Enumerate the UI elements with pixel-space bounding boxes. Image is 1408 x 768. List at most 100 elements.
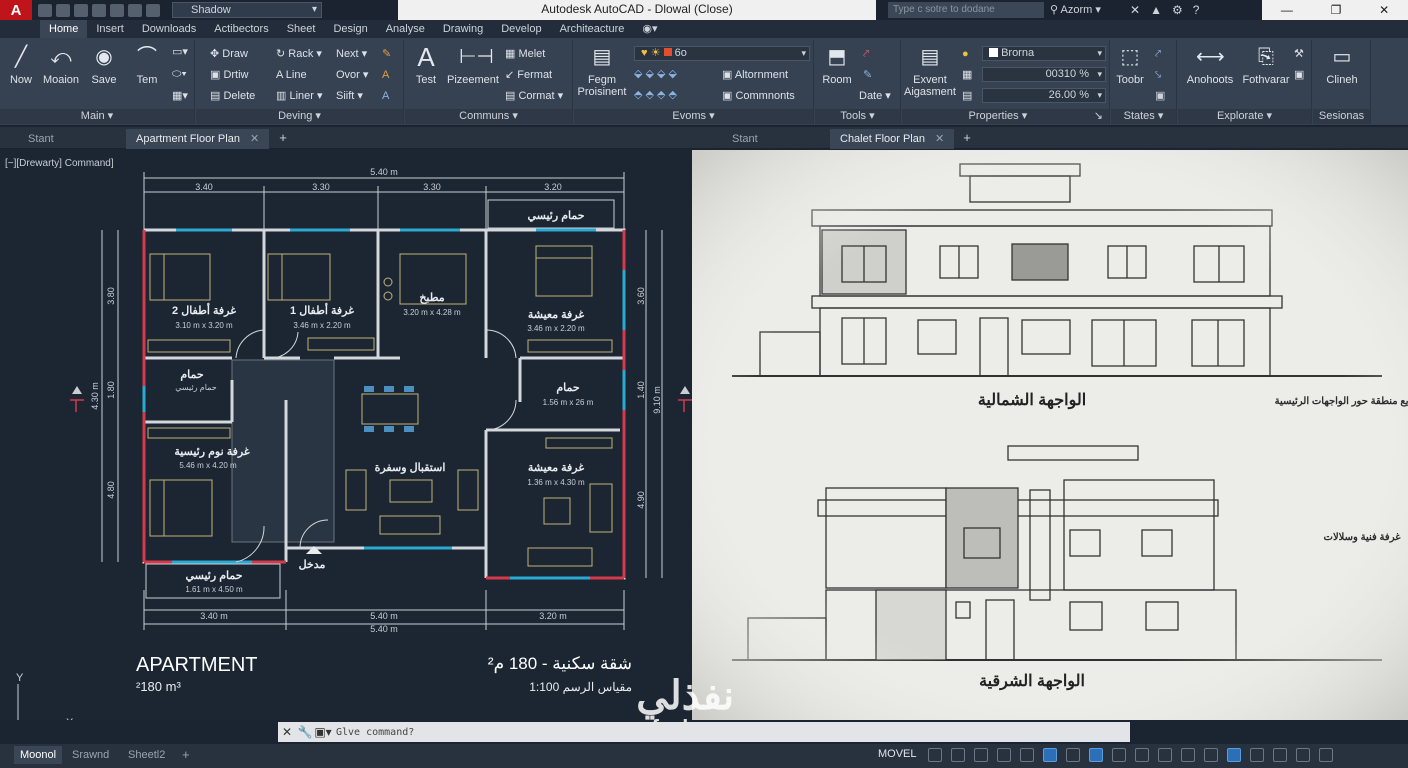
- tem-button[interactable]: ⌒ Tem: [122, 44, 172, 86]
- close-tab-icon[interactable]: ✕: [250, 133, 259, 145]
- add-layout-plus-icon[interactable]: +: [176, 746, 196, 764]
- layout-tab-3[interactable]: Sheetl2: [122, 746, 171, 764]
- clineh-button[interactable]: ▭ Clineh: [1317, 44, 1367, 86]
- maximize-icon[interactable]: ❐: [1331, 3, 1342, 17]
- polar-icon[interactable]: [997, 748, 1011, 762]
- customize-command-icon[interactable]: 🔧: [296, 725, 314, 739]
- utility-icon-2[interactable]: ⤥: [1155, 67, 1161, 83]
- print-icon[interactable]: [110, 3, 124, 17]
- save-icon[interactable]: [74, 3, 88, 17]
- utility-icon-3[interactable]: ▣: [1155, 88, 1165, 104]
- tab-home[interactable]: Home: [40, 20, 88, 38]
- text-style-icon[interactable]: A: [382, 67, 389, 83]
- snap-tracking-icon[interactable]: [1066, 748, 1080, 762]
- siift-button[interactable]: Siift ▾: [336, 88, 363, 104]
- snap-icon[interactable]: [951, 748, 965, 762]
- annotation-monitor-icon[interactable]: [1204, 748, 1218, 762]
- ortho-icon[interactable]: [974, 748, 988, 762]
- close-tab-icon-2[interactable]: ✕: [935, 133, 944, 145]
- drtiw-button[interactable]: ▣ Drtiw: [210, 67, 249, 83]
- new-file-icon[interactable]: [38, 3, 52, 17]
- user-account[interactable]: ⚲ Azorm ▾: [1050, 0, 1101, 20]
- model-space-toggle[interactable]: MOVEL: [878, 748, 917, 760]
- workspace-select[interactable]: Shadow: [172, 2, 322, 18]
- layout-tab-2[interactable]: Srawnd: [66, 746, 115, 764]
- draw-button[interactable]: ✥ Draw: [210, 46, 248, 62]
- drawing-viewport[interactable]: [−][Drewarty] Command] 5.40 m 3.40 3.30 …: [0, 150, 692, 720]
- close-command-icon[interactable]: ✕: [278, 725, 296, 739]
- tab-insert[interactable]: Insert: [87, 20, 133, 38]
- save-as-icon[interactable]: [92, 3, 106, 17]
- insert-icon[interactable]: ⤤: [863, 46, 869, 62]
- isodraft-icon[interactable]: [1020, 748, 1034, 762]
- doc-tab-start-right[interactable]: Stant: [722, 129, 768, 149]
- form-prominent-button[interactable]: ▤ Fegm Proisinent: [576, 44, 628, 98]
- ellipse-tool[interactable]: ⬭▾: [172, 66, 187, 82]
- tab-architeacture[interactable]: Architeacture: [551, 20, 634, 38]
- autocad-logo-icon[interactable]: A: [0, 0, 32, 20]
- layout-tab-model[interactable]: Moonol: [14, 746, 63, 764]
- small-tool-icon-2[interactable]: ▣: [1294, 67, 1304, 83]
- tab-sheet[interactable]: Sheet: [278, 20, 325, 38]
- rectangle-tool[interactable]: ▭▾: [172, 44, 188, 60]
- search-input[interactable]: Type c sotre to dodane: [888, 2, 1044, 18]
- match-properties-button[interactable]: ▤ Exvent Aigasment: [904, 44, 956, 98]
- forward-button[interactable]: ⎘ Fothvarar: [1238, 44, 1294, 86]
- layer-tools-row1[interactable]: ⬙ ⬙ ⬙ ⬙: [634, 66, 677, 82]
- annotations-button[interactable]: ⟷ Anohoots: [1182, 44, 1238, 86]
- open-file-icon[interactable]: [56, 3, 70, 17]
- autodesk-app-icon[interactable]: ▲: [1150, 3, 1162, 17]
- comments-button[interactable]: ▣ Commnonts: [722, 88, 795, 104]
- undo-icon[interactable]: [128, 3, 142, 17]
- lineweight-icon[interactable]: [1112, 748, 1126, 762]
- grid-icon[interactable]: [928, 748, 942, 762]
- room-button[interactable]: ⬒ Room: [813, 44, 861, 86]
- customization-menu-icon[interactable]: [1319, 748, 1333, 762]
- text-button[interactable]: A Test: [401, 44, 451, 86]
- annotation-scale-icon[interactable]: [1135, 748, 1149, 762]
- liner-button[interactable]: ▥ Liner ▾: [276, 88, 323, 104]
- tab-actibectors[interactable]: Actibectors: [205, 20, 277, 38]
- doc-tab-apartment[interactable]: Apartment Floor Plan ✕: [126, 129, 270, 149]
- cormat-button[interactable]: ▤ Cormat ▾: [505, 88, 563, 104]
- hardware-accel-icon[interactable]: [1273, 748, 1287, 762]
- tab-drawing[interactable]: Drawing: [434, 20, 492, 38]
- panel-tools-title[interactable]: Tools ▾: [815, 109, 900, 124]
- layer-select[interactable]: ♥ ☀ 6o: [634, 46, 810, 61]
- doc-tab-start-left[interactable]: Stant: [18, 129, 64, 149]
- utility-icon-1[interactable]: ⤤: [1155, 46, 1161, 62]
- units-icon[interactable]: [1227, 748, 1241, 762]
- layer-tools-row2[interactable]: ⬘ ⬘ ⬘ ⬘: [634, 87, 677, 103]
- hatch-tool[interactable]: ▦▾: [172, 88, 188, 104]
- object-snap-icon[interactable]: [1043, 748, 1057, 762]
- rack-button[interactable]: ↻ Rack ▾: [276, 46, 322, 62]
- placement-button[interactable]: ⊢⊣ Pizeement: [445, 44, 501, 86]
- delete-button[interactable]: ▤ Delete: [210, 88, 255, 104]
- dynamic-ucs-icon[interactable]: [1089, 748, 1103, 762]
- quick-properties-icon[interactable]: [1250, 748, 1264, 762]
- tab-more-icon[interactable]: ◉▾: [633, 20, 666, 38]
- tab-analyse[interactable]: Analyse: [377, 20, 434, 38]
- doc-tab-chalet[interactable]: Chalet Floor Plan ✕: [830, 129, 955, 149]
- pencil-icon[interactable]: ✎: [382, 46, 391, 62]
- panel-evoms-title[interactable]: Evoms ▾: [574, 109, 813, 124]
- new-tab-plus-icon[interactable]: +: [274, 130, 292, 146]
- workspace-switch-icon[interactable]: [1181, 748, 1195, 762]
- close-icon[interactable]: ✕: [1379, 3, 1389, 17]
- community-icon[interactable]: ⚙: [1172, 3, 1183, 17]
- tab-develop[interactable]: Develop: [492, 20, 550, 38]
- redo-icon[interactable]: [146, 3, 160, 17]
- next-button[interactable]: Next ▾: [336, 46, 367, 62]
- small-tool-icon-1[interactable]: ⚒: [1294, 46, 1304, 62]
- exchange-icon[interactable]: ✕: [1130, 3, 1140, 17]
- new-tab-plus-icon-2[interactable]: +: [958, 130, 976, 146]
- alignment-button[interactable]: ▣ Altornment: [722, 67, 788, 83]
- date-button[interactable]: Date ▾: [859, 88, 891, 104]
- clean-screen-icon[interactable]: [1296, 748, 1310, 762]
- line-button[interactable]: A Line: [276, 67, 307, 83]
- mtext-icon[interactable]: A: [382, 88, 389, 104]
- help-icon[interactable]: ?: [1193, 3, 1200, 17]
- panel-states-title[interactable]: States ▾: [1111, 109, 1176, 124]
- annotation-visibility-icon[interactable]: [1158, 748, 1172, 762]
- tab-design[interactable]: Design: [324, 20, 376, 38]
